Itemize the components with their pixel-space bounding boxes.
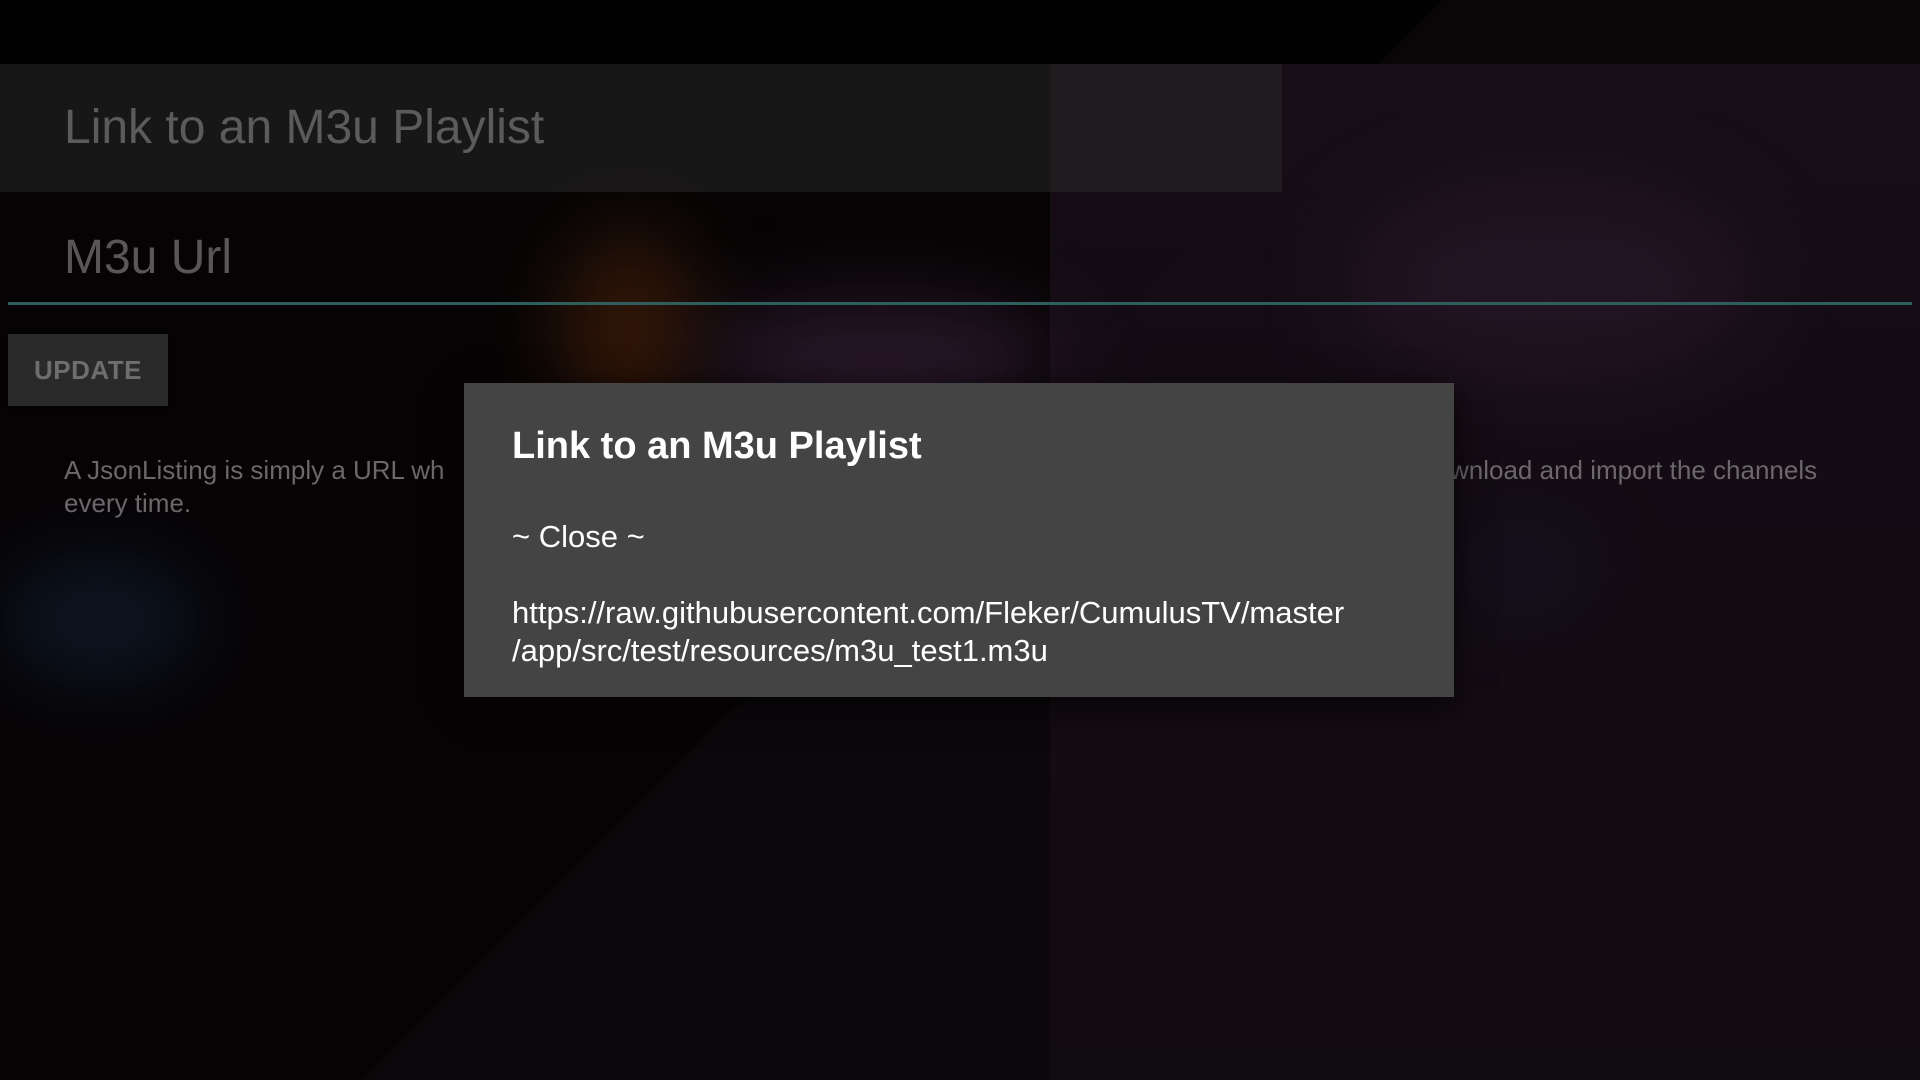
m3u-url-field[interactable]: M3u Url (64, 230, 232, 285)
dialog-title: Link to an M3u Playlist (512, 425, 922, 467)
description-line1-end: wnload and import the channels (1450, 455, 1818, 485)
m3u-link-dialog: Link to an M3u Playlist ~ Close ~ https:… (464, 383, 1454, 697)
m3u-url-field-underline (8, 302, 1912, 305)
dialog-url-option[interactable]: https://raw.githubusercontent.com/Fleker… (512, 594, 1432, 670)
update-button[interactable]: UPDATE (8, 334, 168, 406)
dialog-url-line2: /app/src/test/resources/m3u_test1.m3u (512, 633, 1048, 668)
page-title: Link to an M3u Playlist (64, 101, 545, 154)
description-line1-start: A JsonListing is simply a URL wh (64, 455, 445, 485)
screen: Link to an M3u Playlist M3u Url UPDATE A… (0, 0, 1920, 1080)
dialog-close-option[interactable]: ~ Close ~ (512, 519, 645, 555)
dialog-url-line1: https://raw.githubusercontent.com/Fleker… (512, 595, 1345, 630)
